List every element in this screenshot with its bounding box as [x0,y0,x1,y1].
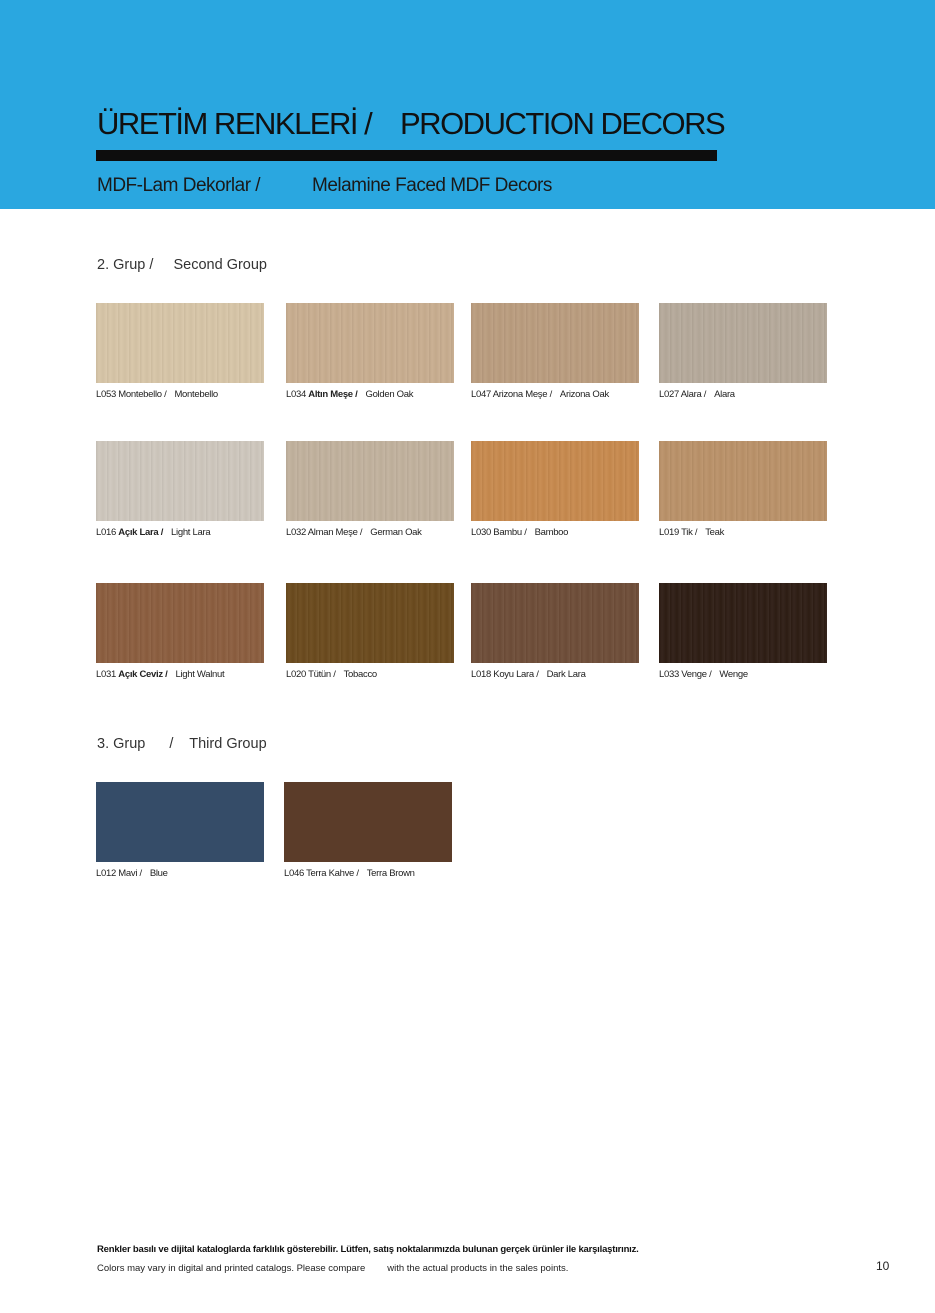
decor-code: L016 [96,527,119,538]
footer-note-en-part1: Colors may vary in digital and printed c… [97,1263,366,1274]
decor-code: L047 [471,389,493,400]
decor-code: L046 [284,868,307,879]
decor-name-tr: Terra Kahve / [306,868,359,879]
group-label-en: Third Group [189,736,267,752]
decor-swatch-l032 [286,441,454,521]
decor-code: L032 [286,527,308,538]
decor-swatch-l031 [96,583,264,663]
header-banner: ÜRETİM RENKLERİ / PRODUCTION DECORS MDF-… [0,0,935,209]
group-label-tr: 2. Grup / [97,257,154,273]
decor-name-en: Blue [149,868,168,879]
decor-name-en: Tobacco [343,669,378,680]
decor-name-en: Dark Lara [546,669,586,680]
decor-swatch-l034 [286,303,454,383]
page-title-tr: ÜRETİM RENKLERİ / [97,106,373,141]
decor-name-en: Light Walnut [175,669,225,680]
decor-swatch-l019 [659,441,827,521]
decor-swatch-l033 [659,583,827,663]
footer-note-en: Colors may vary in digital and printed c… [97,1263,568,1274]
decor-swatch-l030 [471,441,639,521]
decor-code: L030 [471,527,494,538]
page-number: 10 [876,1259,890,1273]
decor-name-en: Golden Oak [365,389,414,400]
footer-note-en-part2: with the actual products in the sales po… [387,1263,569,1274]
group-label-tr: 3. Grup [97,736,146,752]
decor-caption: L034 Altın Meşe / Golden Oak [286,389,413,401]
decor-name-tr: Tik / [681,527,698,538]
decor-swatch-l016 [96,441,264,521]
decor-code: L033 [659,669,682,680]
decor-name-tr: Açık Lara / [118,527,164,538]
subtitle-tr: MDF-Lam Dekorlar / [97,175,261,196]
decor-caption: L046 Terra Kahve / Terra Brown [284,868,415,880]
group-label-third: 3. Grup / Third Group [97,735,267,753]
decor-code: L018 [471,669,494,680]
decor-name-en: Teak [705,527,725,538]
subtitle-en: Melamine Faced MDF Decors [312,175,552,196]
decor-name-tr: Alman Meşe / [307,527,363,538]
decor-swatch-l046 [284,782,452,862]
decor-code: L027 [659,389,681,400]
decor-caption: L012 Mavi / Blue [96,868,168,880]
decor-name-en: Wenge [719,669,748,680]
footer-note-tr: Renkler basılı ve dijital kataloglarda f… [97,1244,639,1255]
decor-name-tr: Arizona Meşe / [492,389,552,400]
decor-code: L012 [96,868,119,879]
decor-name-tr: Tütün / [308,669,336,680]
decor-name-tr: Altın Meşe / [308,389,358,400]
decor-code: L020 [286,669,309,680]
decor-name-en: Light Lara [171,527,211,538]
decor-name-tr: Montebello / [118,389,167,400]
decor-name-tr: Açık Ceviz / [118,669,168,680]
decor-name-en: Montebello [174,389,218,400]
decor-caption: L027 Alara / Alara [659,389,735,401]
decor-caption: L032 Alman Meşe / German Oak [286,527,422,539]
decor-swatch-l027 [659,303,827,383]
decor-caption: L018 Koyu Lara / Dark Lara [471,669,586,681]
decor-swatch-l012 [96,782,264,862]
title-rule [96,150,717,161]
decor-caption: L016 Açık Lara / Light Lara [96,527,211,539]
decor-name-en: Terra Brown [366,868,415,879]
decor-swatch-l020 [286,583,454,663]
decor-name-tr: Venge / [681,669,712,680]
decor-caption: L019 Tik / Teak [659,527,724,539]
decor-swatch-l053 [96,303,264,383]
decor-caption: L047 Arizona Meşe / Arizona Oak [471,389,609,401]
decor-name-en: Alara [714,389,735,400]
decor-name-en: Arizona Oak [559,389,609,400]
decor-name-tr: Mavi / [118,868,142,879]
decor-swatch-l047 [471,303,639,383]
decor-caption: L030 Bambu / Bamboo [471,527,568,539]
decor-code: L031 [96,669,119,680]
group-label-separator: / [169,736,174,752]
decor-name-tr: Alara / [680,389,707,400]
page-title-en: PRODUCTION DECORS [400,106,726,141]
decor-name-en: German Oak [370,527,422,538]
decor-caption: L020 Tütün / Tobacco [286,669,377,681]
decor-name-en: Bamboo [534,527,569,538]
decor-code: L053 [96,389,119,400]
decor-caption: L033 Venge / Wenge [659,669,748,681]
decor-code: L034 [286,389,309,400]
decor-name-tr: Koyu Lara / [493,669,539,680]
group-label-second: 2. Grup / Second Group [97,256,267,274]
decor-code: L019 [659,527,682,538]
decor-swatch-l018 [471,583,639,663]
decor-name-tr: Bambu / [493,527,527,538]
group-label-en: Second Group [173,257,267,273]
decor-caption: L053 Montebello / Montebello [96,389,218,401]
decor-caption: L031 Açık Ceviz / Light Walnut [96,669,225,681]
